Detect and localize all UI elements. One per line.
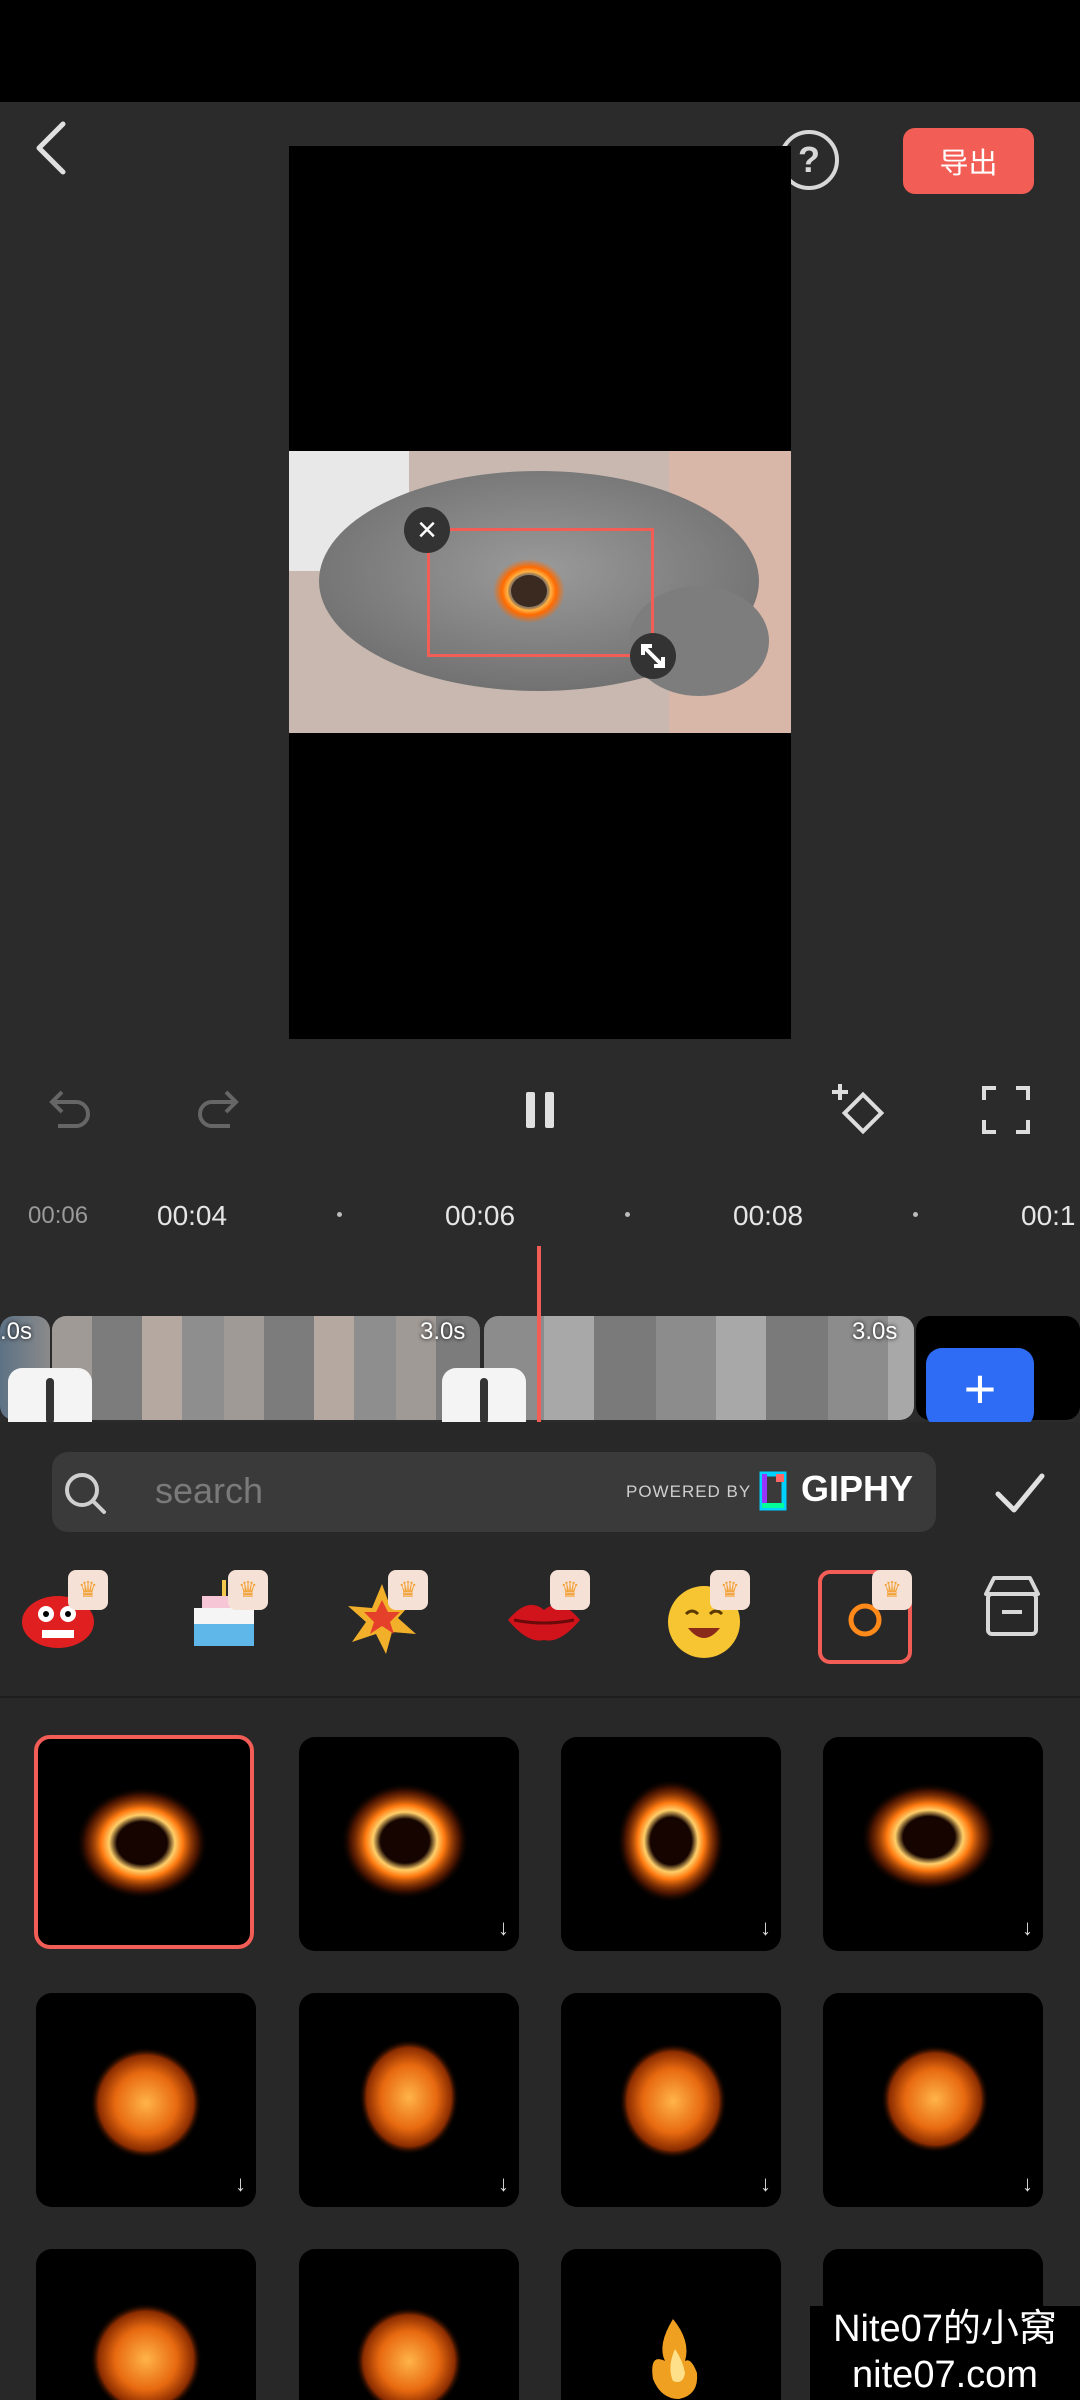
store-icon xyxy=(984,1576,1040,1636)
clip-duration: 3.0s xyxy=(420,1318,466,1345)
ruler-dot xyxy=(337,1212,342,1217)
crown-icon: ♛ xyxy=(388,1570,428,1610)
fire-ball-sticker xyxy=(881,2045,989,2153)
fullscreen-button[interactable] xyxy=(976,1080,1036,1140)
fire-ring-sticker xyxy=(861,1783,997,1891)
sticker-tile[interactable]: ↓ xyxy=(299,1737,519,1951)
crown-icon: ♛ xyxy=(710,1570,750,1610)
ruler-tick: 00:08 xyxy=(733,1200,804,1231)
transition-handle[interactable] xyxy=(8,1368,92,1424)
sticker-tile[interactable] xyxy=(36,2249,256,2400)
download-icon: ↓ xyxy=(760,1915,771,1940)
download-icon: ↓ xyxy=(1022,2171,1033,2196)
pause-button[interactable] xyxy=(510,1080,570,1140)
sticker-tile[interactable] xyxy=(34,1735,254,1949)
add-keyframe-button[interactable] xyxy=(828,1080,888,1140)
category-store[interactable] xyxy=(976,1570,1068,1662)
watermark-line1: Nite07的小窝 xyxy=(833,2308,1057,2350)
fire-ball-sticker xyxy=(355,2307,463,2400)
close-icon[interactable]: × xyxy=(404,507,450,553)
sticker-selection-box[interactable] xyxy=(427,528,654,657)
watermark: Nite07的小窝 nite07.com xyxy=(810,2306,1080,2400)
clip-duration: .0s xyxy=(0,1318,33,1345)
help-label: ? xyxy=(798,139,820,180)
sticker-tile[interactable]: ↓ xyxy=(561,1737,781,1951)
sticker-tile[interactable]: ↓ xyxy=(561,1993,781,2207)
ruler-dot xyxy=(625,1212,630,1217)
fire-ball-sticker xyxy=(90,2303,202,2400)
current-time: 00:06 xyxy=(28,1202,89,1229)
add-clip-button[interactable]: + xyxy=(926,1348,1034,1428)
sticker-tile[interactable]: ↓ xyxy=(299,1993,519,2207)
download-icon: ↓ xyxy=(235,2171,246,2196)
fire-ball-sticker xyxy=(359,2039,459,2155)
divider xyxy=(0,1696,1080,1698)
keyframe-add-icon xyxy=(832,1084,885,1135)
download-icon: ↓ xyxy=(1022,1915,1033,1940)
chevron-left-icon xyxy=(36,121,66,175)
redo-button[interactable] xyxy=(190,1080,250,1140)
crown-icon: ♛ xyxy=(872,1570,912,1610)
clip-duration: 3.0s xyxy=(852,1318,898,1345)
powered-by-label: POWERED BY xyxy=(626,1482,752,1501)
resize-handle-icon[interactable] xyxy=(630,633,676,679)
fire-ball-sticker xyxy=(619,2043,727,2159)
fire-flame-sticker xyxy=(652,2319,698,2399)
download-icon: ↓ xyxy=(760,2171,771,2196)
sticker-tile[interactable]: ↓ xyxy=(823,1737,1043,1951)
search-input[interactable]: search xyxy=(155,1470,263,1512)
fire-ring-sticker xyxy=(76,1787,208,1899)
playhead[interactable] xyxy=(537,1246,541,1426)
timeline-clip[interactable] xyxy=(52,1316,480,1420)
crown-icon: ♛ xyxy=(228,1570,268,1610)
sticker-tile[interactable]: ↓ xyxy=(823,1993,1043,2207)
fullscreen-icon xyxy=(982,1086,1030,1134)
giphy-brand: GIPHY xyxy=(801,1468,914,1509)
back-button[interactable] xyxy=(26,118,76,178)
confirm-check-icon[interactable] xyxy=(990,1464,1050,1524)
transition-handle[interactable] xyxy=(442,1368,526,1424)
watermark-line2: nite07.com xyxy=(852,2354,1038,2396)
timeline-clip[interactable] xyxy=(484,1316,914,1420)
sticker-tile[interactable] xyxy=(299,2249,519,2400)
ruler-tick: 00:1 xyxy=(1021,1200,1076,1231)
giphy-logo-icon xyxy=(759,1471,787,1511)
pause-icon xyxy=(526,1092,554,1128)
sticker-tile[interactable] xyxy=(561,2249,781,2400)
ruler-tick: 00:04 xyxy=(157,1200,228,1231)
crown-icon: ♛ xyxy=(550,1570,590,1610)
crown-icon: ♛ xyxy=(68,1570,108,1610)
sticker-tile[interactable]: ↓ xyxy=(36,1993,256,2207)
fire-ring-sticker xyxy=(341,1783,469,1899)
undo-icon xyxy=(49,1090,90,1128)
undo-button[interactable] xyxy=(38,1080,98,1140)
search-icon xyxy=(65,1473,106,1514)
ruler-tick: 00:06 xyxy=(445,1200,516,1231)
ruler-dot xyxy=(913,1212,918,1217)
fire-ball-sticker xyxy=(90,2047,202,2159)
export-button[interactable]: 导出 xyxy=(903,128,1034,194)
status-bar xyxy=(0,0,1080,102)
download-icon: ↓ xyxy=(498,1915,509,1940)
fire-ring-sticker xyxy=(617,1779,725,1903)
download-icon: ↓ xyxy=(498,2171,509,2196)
redo-icon xyxy=(198,1090,239,1128)
